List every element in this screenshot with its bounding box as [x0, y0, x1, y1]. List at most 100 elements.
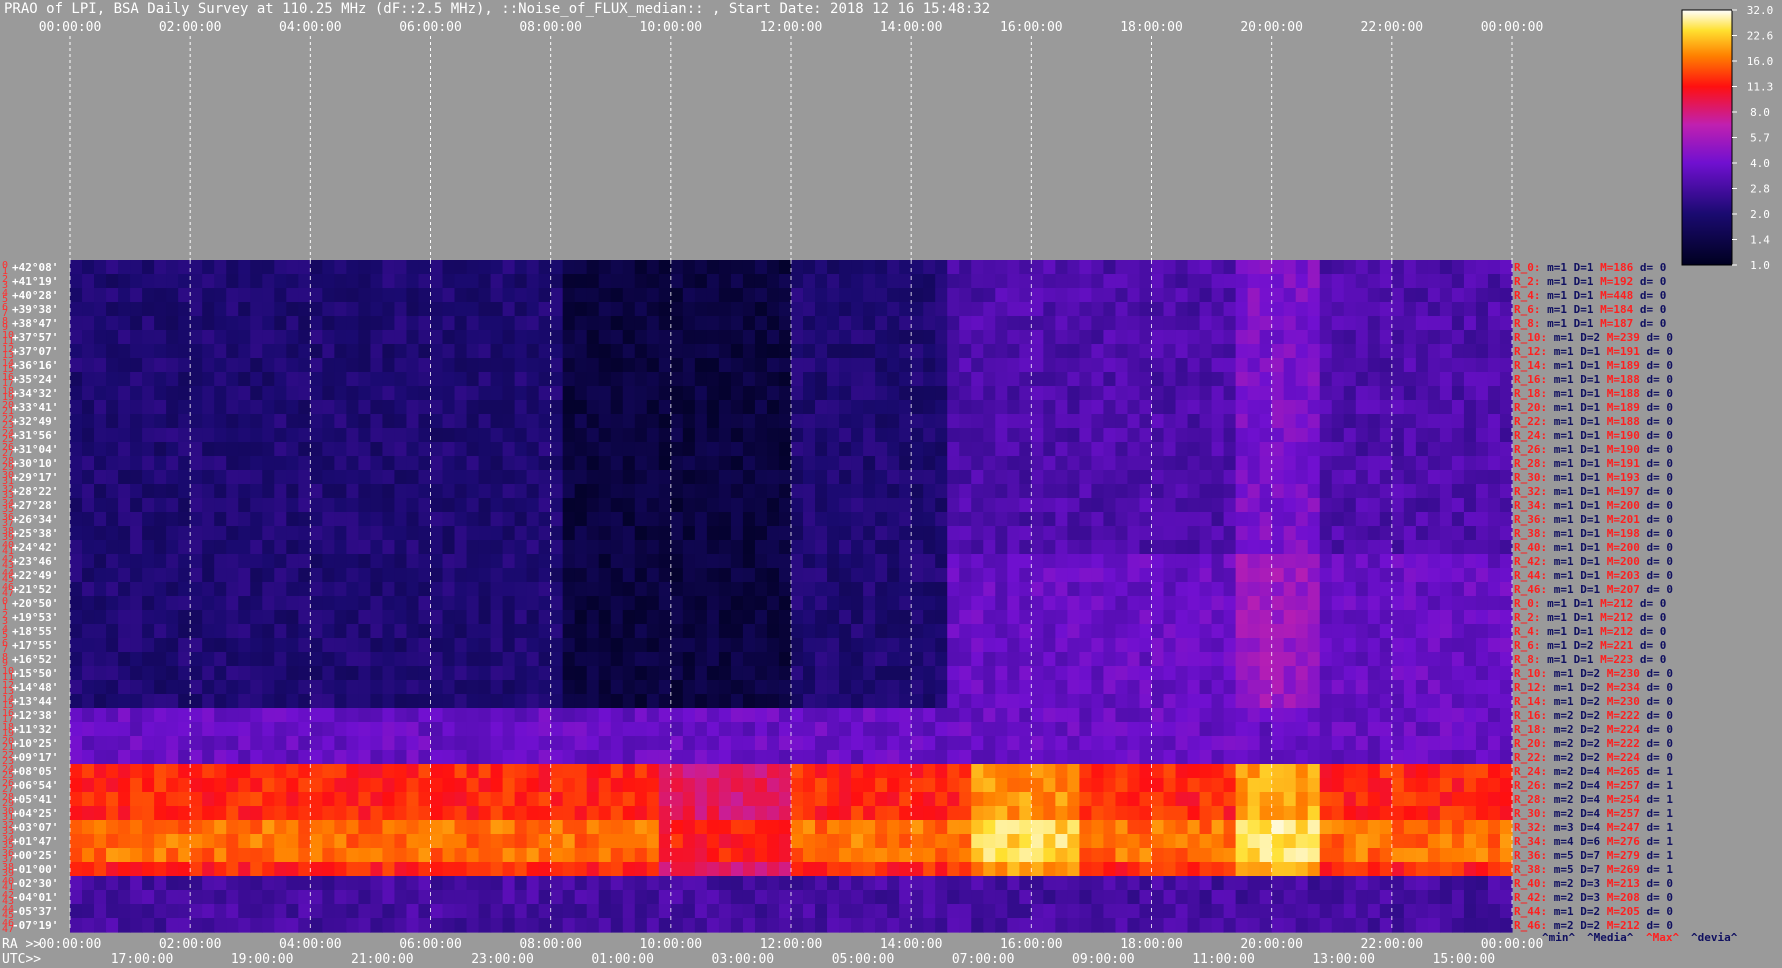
- heatmap-cell: [226, 498, 239, 513]
- heatmap-cell: [382, 666, 396, 681]
- heatmap-cell: [310, 456, 323, 471]
- heatmap-cell: [1007, 358, 1020, 373]
- heatmap-cell: [70, 652, 83, 667]
- heatmap-cell: [166, 302, 179, 317]
- heatmap-cell: [658, 526, 672, 541]
- heatmap-cell: [586, 792, 600, 807]
- heatmap-cell: [1487, 792, 1501, 807]
- heatmap-cell: [1391, 624, 1405, 639]
- heatmap-cell: [226, 610, 239, 625]
- heatmap-cell: [1067, 722, 1080, 737]
- heatmap-cell: [1007, 722, 1020, 737]
- heatmap-cell: [959, 666, 972, 681]
- heatmap-cell: [454, 624, 468, 639]
- heatmap-cell: [250, 330, 263, 345]
- heatmap-cell: [1007, 680, 1020, 695]
- heatmap-cell: [454, 666, 468, 681]
- heatmap-cell: [310, 750, 323, 765]
- heatmap-cell: [466, 260, 480, 275]
- heatmap-cell: [815, 484, 828, 499]
- heatmap-cell: [1019, 820, 1032, 835]
- heatmap-cell: [130, 582, 143, 597]
- heatmap-cell: [1439, 484, 1453, 499]
- heatmap-cell: [514, 288, 528, 303]
- heatmap-cell: [310, 316, 323, 331]
- heatmap-cell: [502, 274, 516, 289]
- heatmap-cell: [394, 414, 408, 429]
- heatmap-cell: [418, 274, 432, 289]
- heatmap-cell: [899, 512, 912, 527]
- heatmap-cell: [1235, 484, 1249, 499]
- heatmap-cell: [1379, 386, 1393, 401]
- heatmap-cell: [1223, 330, 1237, 345]
- heatmap-cell: [694, 722, 708, 737]
- heatmap-cell: [454, 428, 468, 443]
- heatmap-cell: [298, 778, 311, 793]
- heatmap-cell: [322, 288, 335, 303]
- heatmap-cell: [178, 442, 191, 457]
- heatmap-cell: [1379, 554, 1393, 569]
- heatmap-cell: [1091, 344, 1105, 359]
- heatmap-cell: [310, 400, 323, 415]
- heatmap-cell: [1355, 274, 1369, 289]
- heatmap-cell: [106, 820, 119, 835]
- heatmap-cell: [82, 764, 95, 779]
- heatmap-cell: [1415, 708, 1429, 723]
- heatmap-cell: [82, 568, 95, 583]
- heatmap-cell: [250, 274, 263, 289]
- heatmap-cell: [778, 582, 792, 597]
- heatmap-cell: [1283, 694, 1297, 709]
- heatmap-cell: [70, 386, 83, 401]
- heatmap-cell: [1199, 764, 1213, 779]
- heatmap-cell: [298, 764, 311, 779]
- heatmap-cell: [1043, 386, 1056, 401]
- heatmap-cell: [1391, 708, 1405, 723]
- heatmap-cell: [1307, 456, 1321, 471]
- heatmap-cell: [526, 512, 540, 527]
- heatmap-cell: [1199, 666, 1213, 681]
- heatmap-cell: [610, 288, 624, 303]
- heatmap-cell: [730, 596, 744, 611]
- heatmap-cell: [1463, 470, 1477, 485]
- heatmap-cell: [887, 568, 900, 583]
- heatmap-cell: [502, 680, 516, 695]
- heatmap-cell: [1391, 470, 1405, 485]
- heatmap-cell: [911, 694, 924, 709]
- heatmap-cell: [502, 330, 516, 345]
- heatmap-cell: [1379, 806, 1393, 821]
- heatmap-cell: [766, 666, 780, 681]
- heatmap-cell: [454, 330, 468, 345]
- heatmap-cell: [142, 540, 155, 555]
- heatmap-cell: [490, 260, 504, 275]
- heatmap-cell: [466, 470, 480, 485]
- heatmap-cell: [118, 554, 131, 569]
- heatmap-cell: [634, 414, 648, 429]
- heatmap-cell: [1055, 792, 1068, 807]
- heatmap-cell: [887, 344, 900, 359]
- heatmap-cell: [502, 792, 516, 807]
- heatmap-cell: [1367, 750, 1381, 765]
- heatmap-cell: [1295, 512, 1309, 527]
- heatmap-cell: [1355, 750, 1369, 765]
- heatmap-cell: [766, 750, 780, 765]
- heatmap-cell: [478, 400, 492, 415]
- heatmap-cell: [1295, 484, 1309, 499]
- heatmap-cell: [70, 358, 83, 373]
- heatmap-cell: [1271, 512, 1285, 527]
- heatmap-cell: [214, 624, 227, 639]
- heatmap-cell: [839, 680, 852, 695]
- heatmap-cell: [887, 358, 900, 373]
- heatmap-cell: [1175, 414, 1189, 429]
- heatmap-cell: [1499, 778, 1513, 793]
- heatmap-cell: [863, 260, 876, 275]
- heatmap-cell: [466, 316, 480, 331]
- heatmap-cell: [682, 820, 696, 835]
- heatmap-cell: [1247, 680, 1261, 695]
- heatmap-cell: [1199, 680, 1213, 695]
- heatmap-cell: [1331, 288, 1345, 303]
- heatmap-cell: [911, 554, 924, 569]
- heatmap-cell: [803, 610, 816, 625]
- heatmap-cell: [454, 400, 468, 415]
- heatmap-cell: [178, 708, 191, 723]
- heatmap-cell: [298, 834, 311, 849]
